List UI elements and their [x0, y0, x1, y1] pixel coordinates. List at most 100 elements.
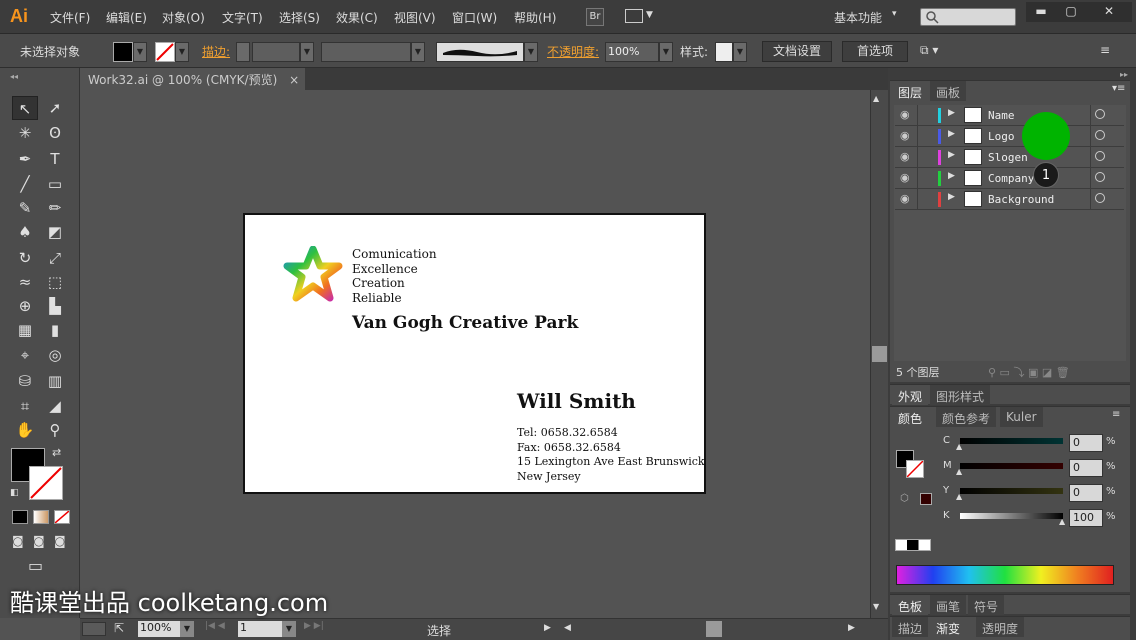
- brush-definition[interactable]: [436, 42, 524, 62]
- zoom-tool-icon[interactable]: ⚲: [42, 418, 68, 442]
- stroke-label[interactable]: 描边:: [202, 43, 230, 60]
- scale-tool-icon[interactable]: ⤢: [42, 246, 68, 270]
- document-setup-button[interactable]: 文档设置: [762, 41, 832, 62]
- channel-value-input[interactable]: 0: [1069, 434, 1103, 452]
- visibility-eye-icon[interactable]: ◉: [900, 108, 910, 121]
- stroke-weight-stepper[interactable]: [236, 42, 250, 62]
- profile-dropdown[interactable]: ▼: [411, 42, 425, 62]
- scroll-up-icon[interactable]: ▲: [873, 94, 879, 103]
- tab-color[interactable]: 颜色: [892, 407, 929, 427]
- workspace-switcher[interactable]: 基本功能: [834, 9, 882, 26]
- share-icon[interactable]: ⇱: [114, 621, 124, 635]
- stroke-dropdown[interactable]: ▼: [175, 42, 189, 62]
- width-tool-icon[interactable]: ≈: [12, 270, 38, 294]
- tab-transparency[interactable]: 透明度: [976, 617, 1025, 637]
- channel-slider[interactable]: [960, 513, 1063, 519]
- shape-builder-tool-icon[interactable]: ⊕: [12, 294, 38, 318]
- screen-mode-icon[interactable]: ▭: [28, 556, 43, 575]
- symbol-sprayer-tool-icon[interactable]: ⛁: [12, 369, 38, 393]
- menu-help[interactable]: 帮助(H): [514, 9, 556, 26]
- color-spectrum[interactable]: [896, 565, 1114, 585]
- graphic-style-swatch[interactable]: [715, 42, 733, 62]
- blob-brush-tool-icon[interactable]: ♠: [12, 220, 38, 244]
- panel-menu-icon[interactable]: ▾≡: [1112, 83, 1125, 94]
- blend-tool-icon[interactable]: ◎: [42, 343, 68, 367]
- tab-layers[interactable]: 图层: [892, 81, 929, 101]
- target-circle-icon[interactable]: [1095, 193, 1105, 203]
- tab-symbols[interactable]: 符号: [968, 595, 1005, 615]
- expand-triangle-icon[interactable]: ▶: [948, 150, 955, 160]
- panel-menu-icon[interactable]: ≡: [1100, 43, 1110, 57]
- scroll-down-icon[interactable]: ▼: [873, 602, 879, 611]
- channel-slider[interactable]: [960, 463, 1063, 469]
- tab-gradient[interactable]: 渐变: [930, 617, 967, 637]
- stroke-swatch[interactable]: [155, 42, 175, 62]
- layer-actions-icons[interactable]: ⚲ ▭ ⤵ ▣ ◪ 🗑: [988, 364, 1070, 380]
- tab-appearance[interactable]: 外观: [892, 385, 929, 405]
- rotate-tool-icon[interactable]: ↻: [12, 246, 38, 270]
- last-page-icon[interactable]: ▶ ▶|: [304, 621, 324, 631]
- hscroll-thumb[interactable]: [706, 621, 722, 637]
- collapse-icon[interactable]: ◂◂: [10, 72, 18, 81]
- bridge-button[interactable]: Br: [586, 8, 604, 26]
- minimize-button[interactable]: ▬: [1026, 2, 1056, 22]
- pencil-tool-icon[interactable]: ✏: [42, 196, 68, 220]
- scroll-right-icon[interactable]: ▶: [848, 623, 855, 633]
- tab-stroke[interactable]: 描边: [892, 617, 929, 637]
- lasso-tool-icon[interactable]: ʘ: [42, 121, 68, 145]
- gradient-tool-icon[interactable]: ▮: [42, 318, 68, 342]
- maximize-button[interactable]: ▢: [1056, 2, 1086, 22]
- target-circle-icon[interactable]: [1095, 130, 1105, 140]
- menu-edit[interactable]: 编辑(E): [106, 9, 147, 26]
- stroke-weight-dropdown[interactable]: ▼: [300, 42, 314, 62]
- out-of-gamut-swatch[interactable]: [920, 493, 932, 505]
- fill-swatch[interactable]: [113, 42, 133, 62]
- layer-row[interactable]: ◉ ▶ Name: [895, 105, 1124, 126]
- slider-handle-icon[interactable]: ▲: [1059, 517, 1065, 526]
- variable-width-profile[interactable]: [321, 42, 411, 62]
- stroke-color-box[interactable]: [29, 466, 63, 500]
- perspective-grid-tool-icon[interactable]: ▙: [42, 294, 68, 318]
- draw-inside-icon[interactable]: ◙: [54, 534, 66, 548]
- selection-tool-icon[interactable]: ↖: [12, 96, 38, 120]
- scroll-thumb[interactable]: [872, 346, 887, 362]
- gpu-icon[interactable]: [82, 622, 106, 636]
- opacity-dropdown[interactable]: ▼: [659, 42, 673, 62]
- status-menu-icon[interactable]: ▶: [544, 623, 551, 633]
- paintbrush-tool-icon[interactable]: ✎: [12, 196, 38, 220]
- visibility-eye-icon[interactable]: ◉: [900, 192, 910, 205]
- line-tool-icon[interactable]: ╱: [12, 172, 38, 196]
- menu-effect[interactable]: 效果(C): [336, 9, 378, 26]
- tab-swatches[interactable]: 色板: [892, 595, 929, 615]
- eyedropper-tool-icon[interactable]: ⌖: [12, 343, 38, 367]
- menu-type[interactable]: 文字(T): [222, 9, 263, 26]
- layer-row[interactable]: ◉ ▶ Logo: [895, 126, 1124, 147]
- tab-color-guide[interactable]: 颜色参考: [936, 407, 997, 427]
- none-mode-icon[interactable]: [54, 510, 70, 524]
- dock-collapse-icon[interactable]: ▸▸: [1120, 70, 1128, 79]
- opacity-input[interactable]: 100%: [605, 42, 659, 62]
- default-colors-icon[interactable]: ◧: [10, 488, 19, 498]
- expand-triangle-icon[interactable]: ▶: [948, 192, 955, 202]
- close-button[interactable]: ✕: [1086, 2, 1132, 22]
- document-tab[interactable]: Work32.ai @ 100% (CMYK/预览) ×: [80, 68, 305, 90]
- zoom-dropdown[interactable]: ▼: [180, 621, 194, 637]
- artboard[interactable]: Comunication Excellence Creation Reliabl…: [243, 213, 706, 494]
- eraser-tool-icon[interactable]: ◩: [42, 220, 68, 244]
- opacity-label[interactable]: 不透明度:: [547, 43, 599, 60]
- menu-object[interactable]: 对象(O): [162, 9, 205, 26]
- tab-brushes[interactable]: 画笔: [930, 595, 967, 615]
- channel-value-input[interactable]: 0: [1069, 459, 1103, 477]
- draw-behind-icon[interactable]: ◙: [33, 534, 45, 548]
- slider-handle-icon[interactable]: ▲: [956, 442, 962, 451]
- expand-triangle-icon[interactable]: ▶: [948, 171, 955, 181]
- draw-normal-icon[interactable]: ◙: [12, 534, 24, 548]
- visibility-eye-icon[interactable]: ◉: [900, 150, 910, 163]
- page-input[interactable]: 1: [238, 621, 282, 637]
- tab-graphic-styles[interactable]: 图形样式: [930, 385, 991, 405]
- channel-value-input[interactable]: 0: [1069, 484, 1103, 502]
- first-page-icon[interactable]: |◀ ◀: [205, 621, 225, 631]
- arrange-icon[interactable]: ⧉ ▾: [920, 43, 938, 58]
- layer-row[interactable]: ◉ ▶ Company: [895, 168, 1124, 189]
- expand-triangle-icon[interactable]: ▶: [948, 129, 955, 139]
